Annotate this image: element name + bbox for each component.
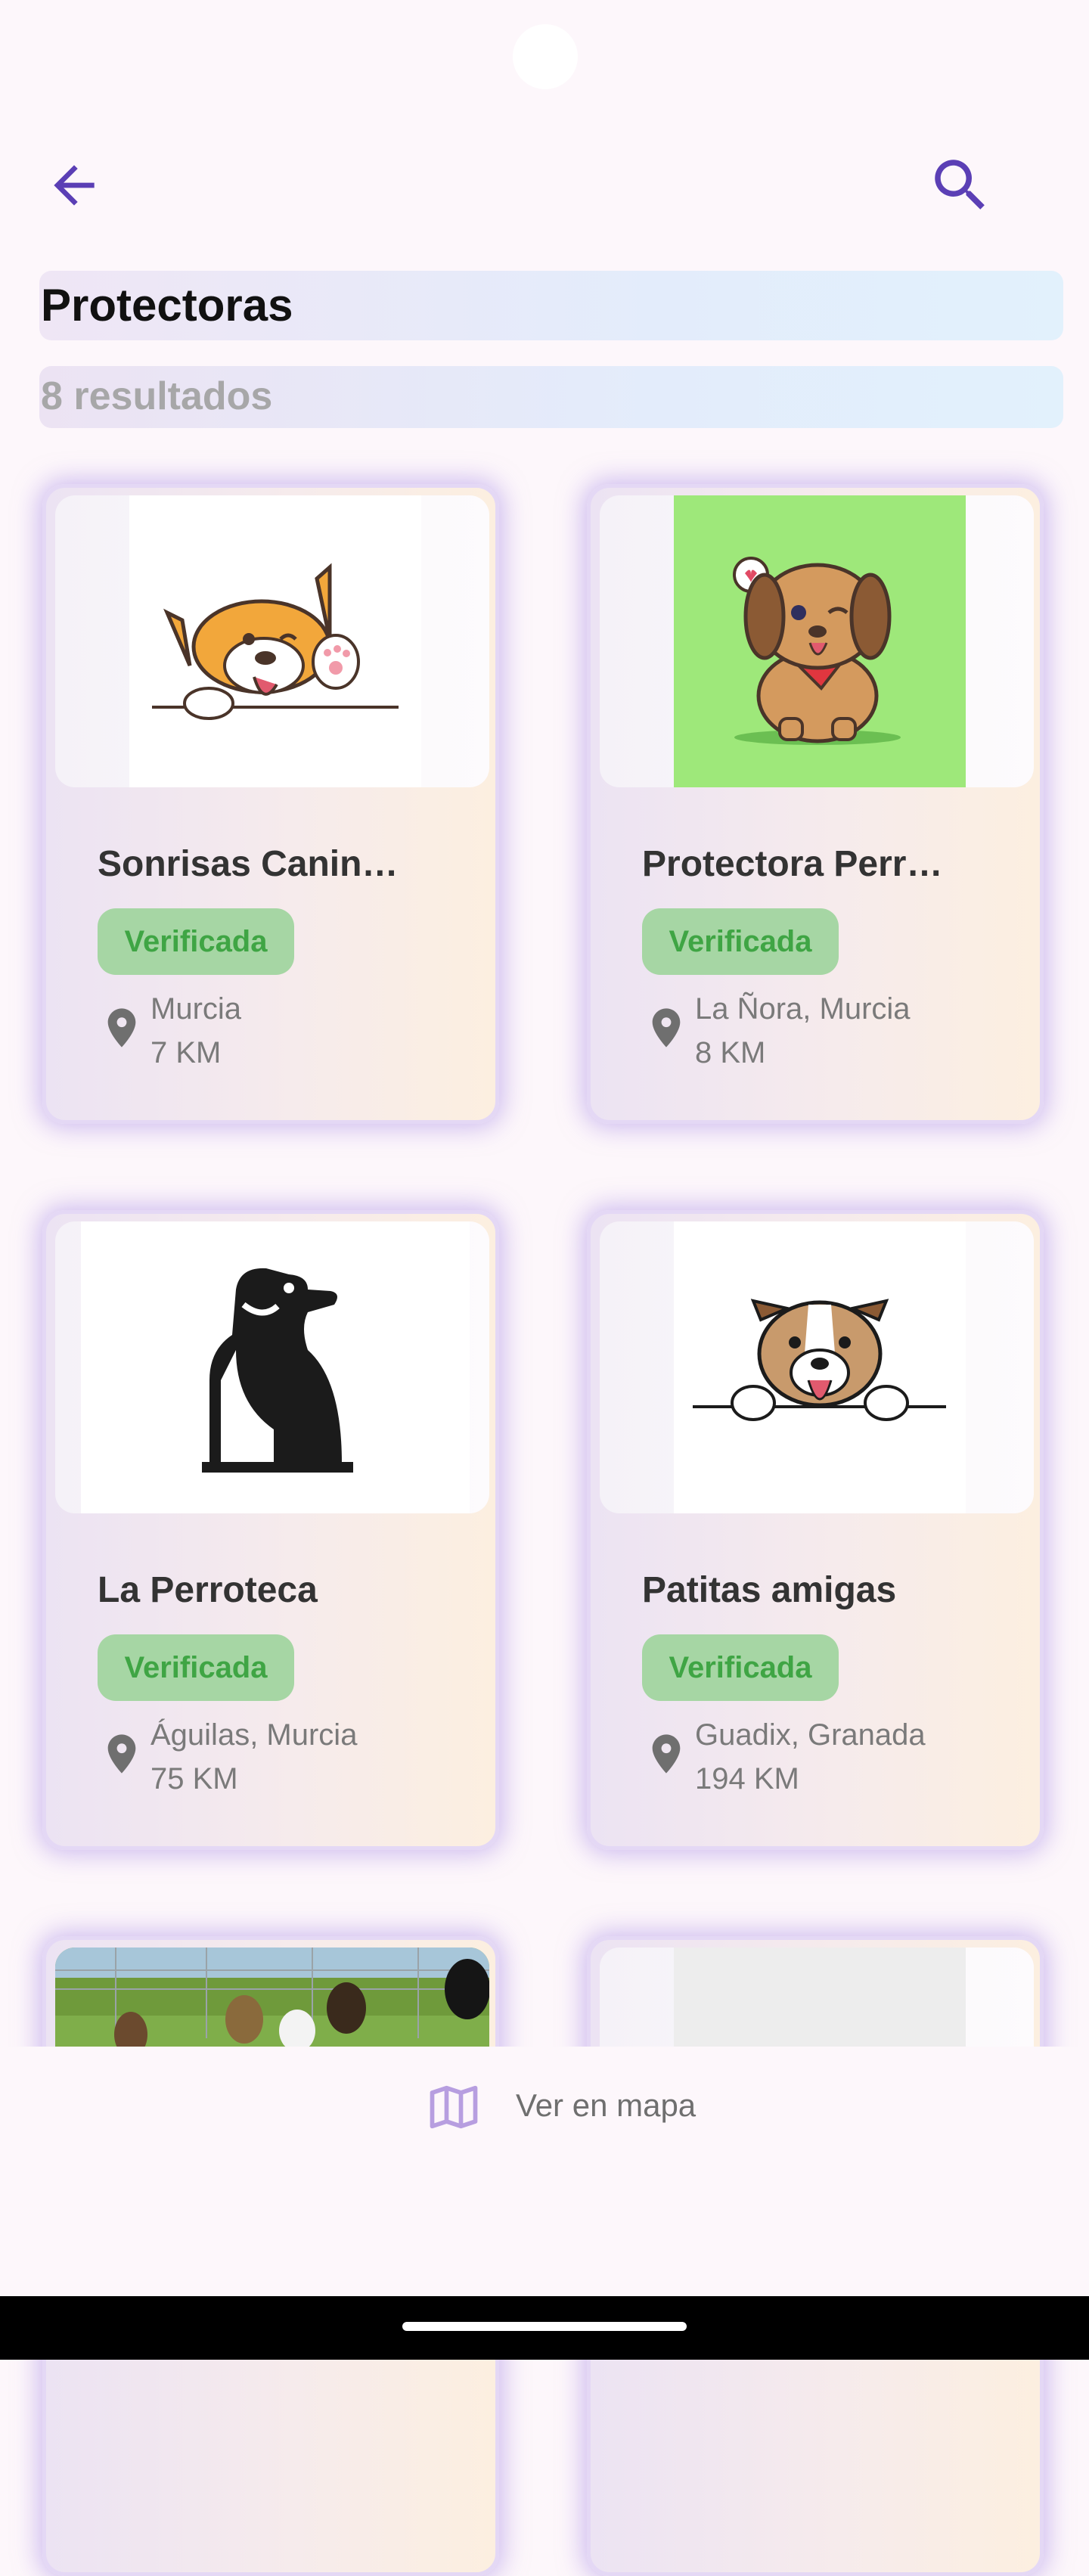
shelter-card[interactable]: Sonrisas Canin… Verificada Murcia 7 KM — [42, 484, 499, 1124]
shelter-card[interactable]: Patitas amigas Verificada Guadix, Granad… — [587, 1210, 1044, 1850]
shelter-location: Águilas, Murcia 75 KM — [150, 1713, 357, 1801]
card-image-frame — [600, 1221, 1034, 1513]
arrow-back-icon — [54, 165, 95, 206]
shelter-card[interactable]: Protectora Perr… Verificada La Ñora, Mur… — [587, 484, 1044, 1124]
shelter-distance: 194 KM — [695, 1762, 799, 1795]
shelter-logo-corgi — [129, 495, 421, 787]
verified-badge: Verificada — [642, 908, 839, 975]
shelter-location: Guadix, Granada 194 KM — [695, 1713, 926, 1801]
search-button[interactable] — [915, 140, 1006, 231]
view-map-label: Ver en mapa — [516, 2087, 697, 2123]
shelter-city: Murcia — [150, 992, 242, 1026]
shelter-name: La Perroteca — [98, 1570, 318, 1610]
shelter-logo-peeking-dog — [674, 1221, 966, 1513]
card-image-frame — [600, 495, 1034, 787]
map-icon — [430, 2085, 478, 2129]
result-count: 8 resultados — [41, 374, 273, 418]
location-pin-icon — [107, 1008, 136, 1047]
verified-badge: Verificada — [98, 908, 294, 975]
back-button[interactable] — [29, 140, 119, 231]
shelter-city: Guadix, Granada — [695, 1718, 926, 1752]
shelter-location: Murcia 7 KM — [150, 987, 241, 1075]
shelter-location: La Ñora, Murcia 8 KM — [695, 987, 911, 1075]
shelter-name: Protectora Perr… — [642, 844, 943, 884]
shelter-name: Sonrisas Canin… — [98, 844, 399, 884]
shelter-distance: 8 KM — [695, 1036, 766, 1069]
verified-badge: Verificada — [98, 1634, 294, 1701]
shelter-name: Patitas amigas — [642, 1570, 897, 1610]
shelter-card[interactable]: La Perroteca Verificada Águilas, Murcia … — [42, 1210, 499, 1850]
card-image-frame — [55, 495, 489, 787]
home-indicator[interactable] — [402, 2322, 687, 2331]
location-pin-icon — [652, 1734, 681, 1774]
shelter-distance: 75 KM — [150, 1762, 238, 1795]
shelter-city: Águilas, Murcia — [150, 1718, 358, 1752]
front-camera — [513, 24, 578, 89]
page-title: Protectoras — [41, 280, 293, 331]
shelter-distance: 7 KM — [150, 1036, 222, 1069]
verified-badge: Verificada — [642, 1634, 839, 1701]
shelter-logo-puppy — [674, 495, 966, 787]
shelter-logo-sitting-dog — [81, 1221, 470, 1513]
search-icon — [935, 160, 985, 209]
location-pin-icon — [652, 1008, 681, 1047]
status-bar — [0, 0, 1089, 113]
shelter-city: La Ñora, Murcia — [695, 992, 911, 1026]
location-pin-icon — [107, 1734, 136, 1774]
card-image-frame — [55, 1221, 489, 1513]
